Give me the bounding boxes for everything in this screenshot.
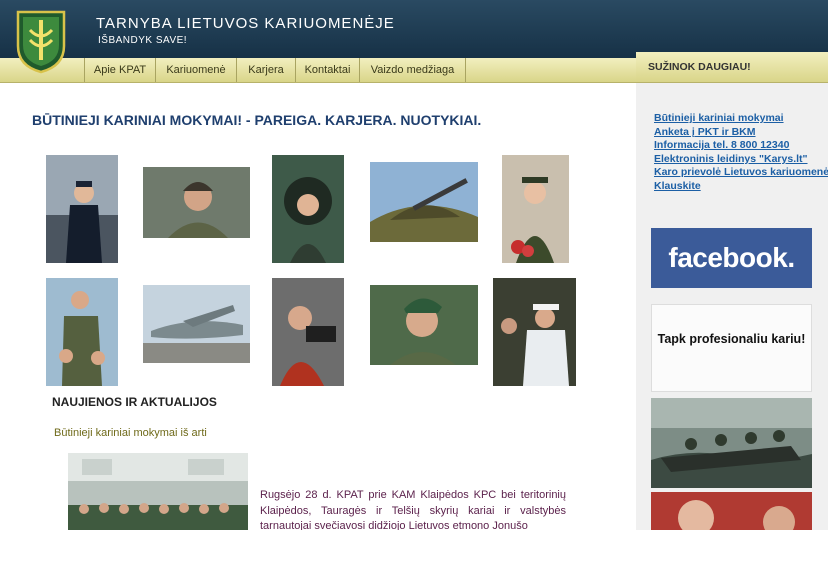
page-bottom-space <box>0 530 828 585</box>
page-title: BŪTINIEJI KARINIAI MOKYMAI! - PAREIGA. K… <box>32 112 482 128</box>
career-banner[interactable]: Tapk profesionaliu kariu! <box>651 304 812 392</box>
sidebar-link-karys[interactable]: Elektroninis leidinys "Karys.lt" <box>654 153 828 167</box>
photo-soldier-beanie[interactable] <box>143 167 250 238</box>
nav-kontaktai[interactable]: Kontaktai <box>296 58 360 82</box>
sidebar-link-informacija[interactable]: Informacija tel. 8 800 12340 <box>654 139 828 153</box>
sidebar: SUŽINOK DAUGIAU! Būtinieji kariniai moky… <box>636 52 828 585</box>
nav-karjera[interactable]: Karjera <box>237 58 296 82</box>
boat-patrol-image[interactable] <box>651 398 812 488</box>
photo-cameraman[interactable] <box>272 278 344 386</box>
photo-soldier-children[interactable] <box>46 278 118 386</box>
photo-transport-aircraft[interactable] <box>143 285 250 363</box>
photo-sniper[interactable] <box>370 162 478 242</box>
career-banner-text: Tapk profesionaliu kariu! <box>657 332 806 346</box>
photo-navy-sailors[interactable] <box>493 278 576 386</box>
nav-vaizdo-medziaga[interactable]: Vaizdo medžiaga <box>360 58 466 82</box>
news-article-text: Rugsėjo 28 d. KPAT prie KAM Klaipėdos KP… <box>260 489 566 532</box>
photo-sailor-officer[interactable] <box>46 155 118 263</box>
site-subtitle: IŠBANDYK SAVE! <box>98 35 188 46</box>
people-portrait-image[interactable] <box>651 492 812 530</box>
news-article-link[interactable]: Būtinieji kariniai mokymai iš arti <box>54 427 207 439</box>
sidebar-links: Būtinieji kariniai mokymai Anketa į PKT … <box>654 112 828 194</box>
sidebar-link-karo-prievole[interactable]: Karo prievolė Lietuvos kariuomenė <box>654 166 828 180</box>
military-shield-logo-icon[interactable] <box>16 10 66 74</box>
sidebar-link-klauskite[interactable]: Klauskite <box>654 180 828 194</box>
main-navigation: Apie KPAT Kariuomenė Karjera Kontaktai V… <box>0 58 636 83</box>
sidebar-link-anketa[interactable]: Anketa į PKT ir BKM <box>654 126 828 140</box>
sidebar-heading-text: SUŽINOK DAUGIAU! <box>648 61 751 73</box>
news-article-image[interactable] <box>68 453 248 531</box>
nav-kariuomene[interactable]: Kariuomenė <box>156 58 237 82</box>
news-heading: NAUJIENOS IR AKTUALIJOS <box>52 395 217 409</box>
nav-apie-kpat[interactable]: Apie KPAT <box>84 58 156 82</box>
photo-green-beret-soldier[interactable] <box>370 285 478 365</box>
sidebar-heading: SUŽINOK DAUGIAU! <box>636 52 828 83</box>
site-header: TARNYBA LIETUVOS KARIUOMENĖJE IŠBANDYK S… <box>0 0 828 58</box>
photo-soldier-hatch[interactable] <box>272 155 344 263</box>
photo-female-cadet[interactable] <box>502 155 569 263</box>
facebook-banner[interactable]: facebook. <box>651 228 812 288</box>
sidebar-link-mokymai[interactable]: Būtinieji kariniai mokymai <box>654 112 828 126</box>
site-title: TARNYBA LIETUVOS KARIUOMENĖJE <box>96 15 395 32</box>
